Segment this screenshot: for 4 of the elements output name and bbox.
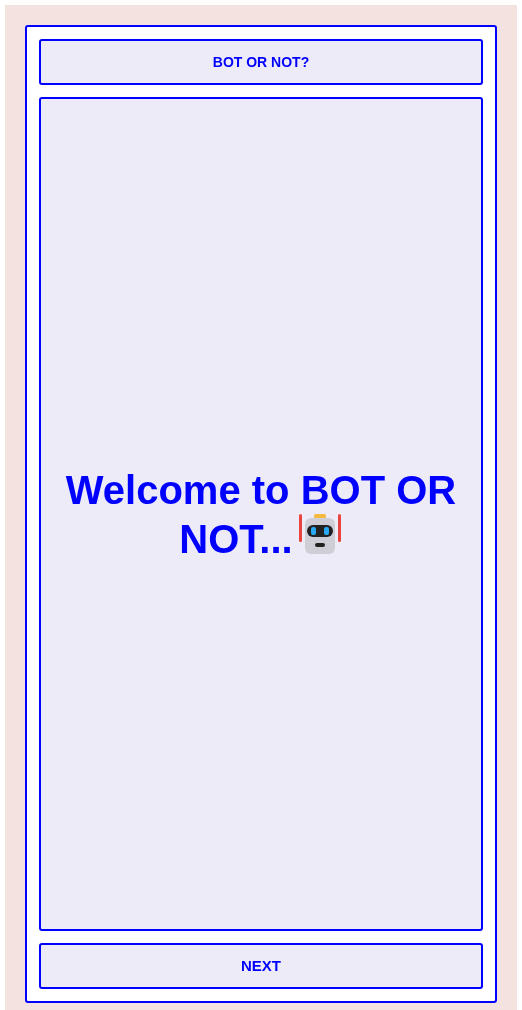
next-button[interactable]: NEXT <box>39 943 483 989</box>
welcome-heading: Welcome to BOT OR NOT... <box>64 466 458 562</box>
robot-icon <box>296 512 343 557</box>
app-title: BOT OR NOT? <box>212 52 310 72</box>
